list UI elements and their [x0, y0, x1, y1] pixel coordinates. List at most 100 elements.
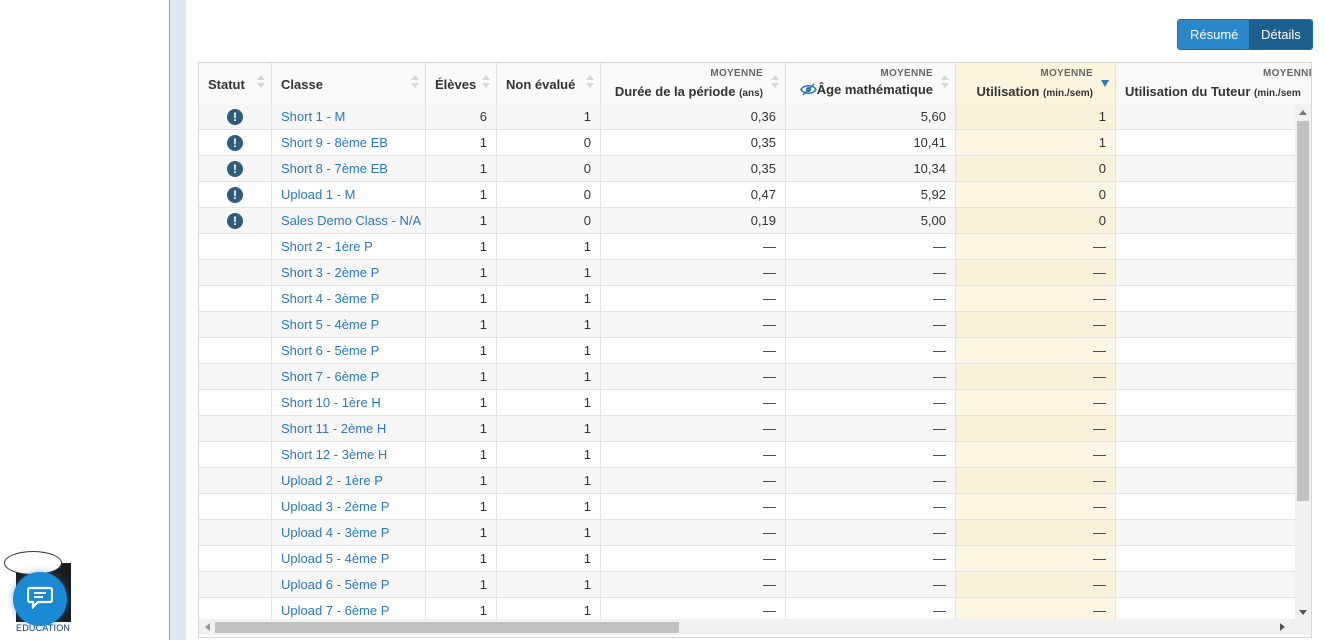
cell-age: 5,92 — [786, 182, 956, 207]
class-link[interactable]: Short 9 - 8ème EB — [272, 130, 426, 155]
warning-icon[interactable]: ! — [227, 161, 243, 177]
cell-duree: — — [601, 364, 786, 389]
cell-tuteur — [1116, 416, 1297, 441]
class-link[interactable]: Upload 4 - 3ème P — [272, 520, 426, 545]
cell-status: ! — [199, 156, 272, 181]
chat-button[interactable] — [13, 572, 67, 626]
table-row: Short 4 - 3ème P 1 1— — — — [199, 286, 1297, 312]
class-link[interactable]: Short 7 - 6ème P — [272, 364, 426, 389]
scroll-up-icon[interactable] — [1299, 110, 1307, 115]
scroll-down-icon[interactable] — [1299, 610, 1307, 615]
cell-age: — — [786, 286, 956, 311]
cell-non-evalue: 1 — [497, 338, 601, 363]
scroll-left-icon[interactable] — [205, 623, 210, 631]
cell-eleves: 1 — [426, 390, 497, 415]
eye-icon[interactable] — [799, 83, 817, 99]
column-label: Statut — [208, 77, 245, 92]
class-link[interactable]: Upload 1 - M — [272, 182, 426, 207]
resume-button[interactable]: Résumé — [1178, 20, 1249, 49]
class-link[interactable]: Upload 3 - 2ème P — [272, 494, 426, 519]
class-link[interactable]: Short 1 - M — [272, 104, 426, 129]
table-row: Short 3 - 2ème P 1 1— — — — [199, 260, 1297, 286]
sort-desc-icon — [1101, 75, 1109, 91]
class-link[interactable]: Short 3 - 2ème P — [272, 260, 426, 285]
scroll-right-icon[interactable] — [1280, 623, 1285, 631]
column-header-classe[interactable]: Classe — [272, 63, 426, 104]
warning-icon[interactable]: ! — [227, 187, 243, 203]
column-header-eleves[interactable]: Élèves — [426, 63, 497, 104]
table-row: ! Sales Demo Class - N/A 1 0 0,19 5,00 0 — [199, 208, 1297, 234]
cell-duree: — — [601, 572, 786, 597]
cell-utilisation: — — [956, 260, 1116, 285]
cell-utilisation: 0 — [956, 208, 1116, 233]
cell-tuteur — [1116, 390, 1297, 415]
cell-eleves: 1 — [426, 442, 497, 467]
class-link[interactable]: Upload 6 - 5ème P — [272, 572, 426, 597]
cell-tuteur — [1116, 260, 1297, 285]
class-link[interactable]: Upload 2 - 1ère P — [272, 468, 426, 493]
class-link[interactable]: Upload 5 - 4ème P — [272, 546, 426, 571]
cell-non-evalue: 1 — [497, 260, 601, 285]
chat-icon — [26, 585, 54, 614]
horizontal-scroll-thumb[interactable] — [215, 622, 679, 633]
cell-duree: — — [601, 312, 786, 337]
cell-tuteur — [1116, 520, 1297, 545]
cell-age: 10,34 — [786, 156, 956, 181]
cell-duree: 0,35 — [601, 130, 786, 155]
cell-non-evalue: 1 — [497, 234, 601, 259]
column-header-utilisation[interactable]: MOYENNE Utilisation (min./sem) — [956, 63, 1116, 104]
cell-duree: — — [601, 442, 786, 467]
warning-icon[interactable]: ! — [227, 109, 243, 125]
class-link[interactable]: Short 12 - 3ème H — [272, 442, 426, 467]
class-link[interactable]: Short 10 - 1ère H — [272, 390, 426, 415]
horizontal-scrollbar[interactable] — [199, 619, 1295, 635]
cell-tuteur — [1116, 442, 1297, 467]
cell-utilisation: 0 — [956, 182, 1116, 207]
cell-duree: — — [601, 234, 786, 259]
vertical-scroll-thumb[interactable] — [1297, 121, 1309, 501]
class-link[interactable]: Short 5 - 4ème P — [272, 312, 426, 337]
cell-eleves: 1 — [426, 416, 497, 441]
table-row: Short 7 - 6ème P 1 1— — — — [199, 364, 1297, 390]
cell-age: — — [786, 260, 956, 285]
table-row: Upload 3 - 2ème P 1 1— — — — [199, 494, 1297, 520]
class-link[interactable]: Sales Demo Class - N/A — [272, 208, 426, 233]
cell-non-evalue: 0 — [497, 130, 601, 155]
table-row: ! Short 1 - M 6 1 0,36 5,60 1 — [199, 104, 1297, 130]
cell-age: 5,60 — [786, 104, 956, 129]
cell-age: — — [786, 312, 956, 337]
cell-non-evalue: 1 — [497, 572, 601, 597]
sidebar — [0, 0, 170, 640]
cell-eleves: 1 — [426, 338, 497, 363]
cell-utilisation: — — [956, 572, 1116, 597]
cell-status — [199, 260, 272, 285]
cell-eleves: 1 — [426, 468, 497, 493]
cell-utilisation: — — [956, 468, 1116, 493]
column-header-tuteur[interactable]: MOYENNE Utilisation du Tuteur (min./sem — [1116, 63, 1311, 104]
column-header-statut[interactable]: Statut — [199, 63, 272, 104]
cell-status: ! — [199, 104, 272, 129]
warning-icon[interactable]: ! — [227, 135, 243, 151]
scrollbar-corner — [1295, 619, 1311, 635]
class-link[interactable]: Short 8 - 7ème EB — [272, 156, 426, 181]
cell-age: — — [786, 494, 956, 519]
table-row: Upload 5 - 4ème P 1 1— — — — [199, 546, 1297, 572]
class-link[interactable]: Short 11 - 2ème H — [272, 416, 426, 441]
vertical-scrollbar[interactable] — [1295, 104, 1311, 621]
cell-tuteur — [1116, 104, 1297, 129]
class-link[interactable]: Short 2 - 1ère P — [272, 234, 426, 259]
warning-icon[interactable]: ! — [227, 213, 243, 229]
column-header-duree[interactable]: MOYENNE Durée de la période (ans) — [601, 63, 786, 104]
table-row: Short 5 - 4ème P 1 1— — — — [199, 312, 1297, 338]
class-link[interactable]: Short 4 - 3ème P — [272, 286, 426, 311]
cell-duree: 0,36 — [601, 104, 786, 129]
cell-status — [199, 442, 272, 467]
class-link[interactable]: Short 6 - 5ème P — [272, 338, 426, 363]
details-button[interactable]: Détails — [1249, 20, 1312, 49]
column-header-non-evalue[interactable]: Non évalué — [497, 63, 601, 104]
cell-non-evalue: 1 — [497, 442, 601, 467]
cell-tuteur — [1116, 312, 1297, 337]
cell-status — [199, 234, 272, 259]
cell-duree: — — [601, 390, 786, 415]
column-header-age[interactable]: MOYENNE Âge mathématique — [786, 63, 956, 104]
